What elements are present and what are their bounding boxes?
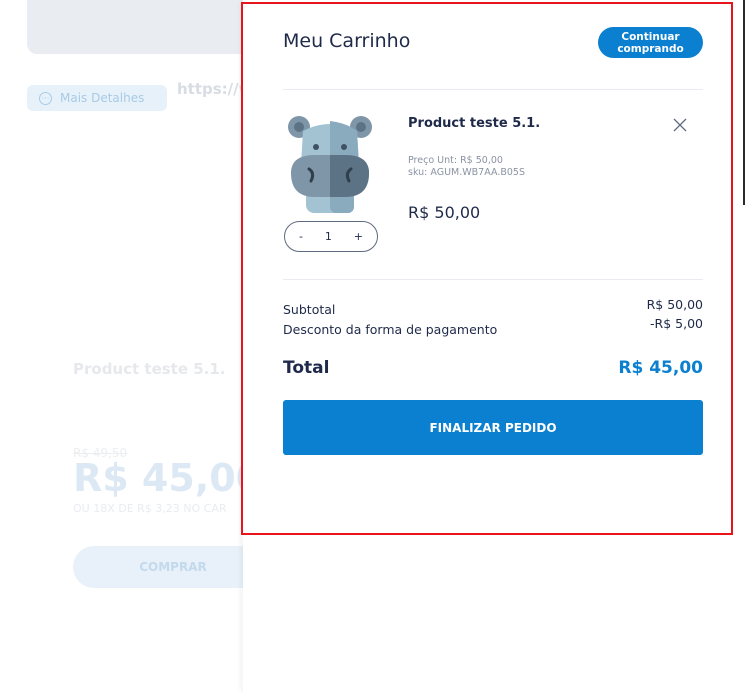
quantity-stepper[interactable]: - 1 + (284, 221, 378, 252)
hippo-product-image (288, 116, 372, 213)
total-label: Total (283, 358, 330, 378)
product-title: Product teste 5.1. (73, 360, 226, 378)
continue-shopping-button[interactable]: Continuar comprando (598, 27, 703, 58)
cart-drawer (243, 0, 745, 692)
sku-code: sku: AGUM.WB7AA.B05S (408, 167, 525, 178)
cart-item-price: R$ 50,00 (408, 203, 481, 222)
subtotal-label: Subtotal (283, 302, 336, 317)
discount-label: Desconto da forma de pagamento (283, 322, 498, 337)
more-icon: ··· (39, 91, 52, 105)
checkout-button[interactable]: FINALIZAR PEDIDO (283, 400, 703, 455)
quantity-value: 1 (324, 230, 332, 243)
subtotal-value: R$ 50,00 (646, 297, 703, 312)
increase-quantity-button[interactable]: + (354, 230, 363, 243)
decrease-quantity-button[interactable]: - (299, 230, 303, 243)
total-value: R$ 45,00 (618, 358, 703, 378)
details-button[interactable]: ··· Mais Detalhes (27, 85, 167, 111)
discount-value: -R$ 5,00 (650, 316, 703, 331)
cart-item-meta: Preço Unt: R$ 50,00 sku: AGUM.WB7AA.B05S (408, 155, 525, 179)
product-price: R$ 45,00 (73, 456, 263, 500)
divider (283, 279, 703, 280)
divider (283, 89, 703, 90)
product-banner-image (27, 0, 257, 54)
close-icon[interactable] (672, 117, 688, 133)
unit-price: Preço Unt: R$ 50,00 (408, 155, 503, 166)
installments-text: OU 18X DE R$ 3,23 NO CAR (73, 502, 227, 515)
cart-item-name: Product teste 5.1. (408, 116, 541, 131)
video-url[interactable]: https://w /watch?v (177, 80, 247, 98)
details-button-label: Mais Detalhes (60, 91, 145, 105)
cart-title: Meu Carrinho (283, 30, 411, 52)
